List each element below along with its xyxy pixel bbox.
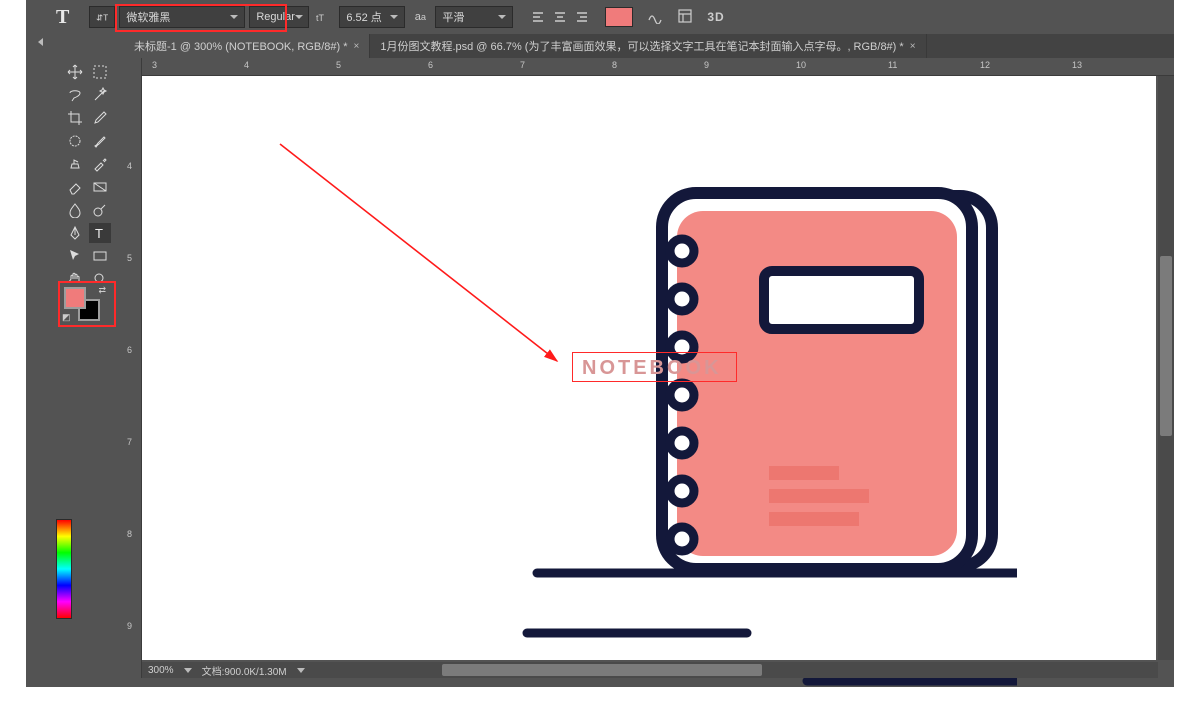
type-tool-indicator-icon: T <box>56 6 69 29</box>
ruler-tick: 13 <box>1072 60 1082 70</box>
rectangle-tool[interactable] <box>89 246 111 266</box>
spot-heal-tool[interactable] <box>64 131 86 151</box>
ruler-tick: 4 <box>244 60 249 70</box>
font-size-icon: tT <box>313 10 335 24</box>
font-family-value: 微软雅黑 <box>126 9 170 25</box>
marquee-tool[interactable] <box>89 62 111 82</box>
font-weight-value: Regular <box>256 11 295 23</box>
svg-text:tT: tT <box>316 13 325 23</box>
document-tab-2[interactable]: 1月份图文教程.psd @ 66.7% (为了丰富画面效果，可以选择文字工具在笔… <box>370 34 926 58</box>
font-weight-dropdown[interactable]: Regular <box>249 6 309 28</box>
move-tool[interactable] <box>64 62 86 82</box>
ruler-tick: 10 <box>796 60 806 70</box>
ruler-tick: 8 <box>612 60 617 70</box>
default-colors-icon[interactable]: ◩ <box>62 312 71 323</box>
align-right-button[interactable] <box>571 6 593 28</box>
tab-label: 未标题-1 @ 300% (NOTEBOOK, RGB/8#) * <box>134 38 348 54</box>
magic-wand-tool[interactable] <box>89 85 111 105</box>
vertical-scrollbar[interactable] <box>1158 76 1174 660</box>
ruler-tick: 12 <box>980 60 990 70</box>
svg-text:T: T <box>95 226 103 241</box>
eyedropper-tool[interactable] <box>89 108 111 128</box>
chevron-down-icon <box>390 15 398 19</box>
ruler-tick: 3 <box>152 60 157 70</box>
collapse-panels-icon[interactable] <box>31 36 49 48</box>
chevron-down-icon <box>230 15 238 19</box>
ruler-vertical[interactable]: 4 5 6 7 8 9 <box>124 58 142 678</box>
ruler-tick: 11 <box>888 60 897 70</box>
status-zoom[interactable]: 300% <box>148 665 174 676</box>
ruler-tick: 4 <box>127 161 132 171</box>
ruler-tick: 7 <box>127 437 132 447</box>
left-collapse-strip <box>26 34 56 687</box>
brush-tool[interactable] <box>89 131 111 151</box>
notebook-title-text[interactable]: NOTEBOOK <box>582 357 722 380</box>
antialias-dropdown[interactable]: 平滑 <box>435 6 513 28</box>
status-doc-size: 文档:900.0K/1.30M <box>202 663 287 678</box>
align-center-button[interactable] <box>549 6 571 28</box>
dodge-tool[interactable] <box>89 200 111 220</box>
options-bar: T ⇵T 微软雅黑 Regular tT 6.52 点 aa 平滑 <box>26 0 1174 34</box>
chevron-down-icon <box>295 15 303 19</box>
font-size-dropdown[interactable]: 6.52 点 <box>339 6 405 28</box>
svg-text:⇵T: ⇵T <box>96 12 108 22</box>
align-left-button[interactable] <box>527 6 549 28</box>
status-bar: 300% 文档:900.0K/1.30M <box>142 662 442 678</box>
clone-stamp-tool[interactable] <box>64 154 86 174</box>
ruler-tick: 8 <box>127 529 132 539</box>
chevron-down-icon[interactable] <box>297 668 305 673</box>
close-icon[interactable]: × <box>354 41 360 52</box>
ruler-tick: 5 <box>336 60 341 70</box>
history-brush-tool[interactable] <box>89 154 111 174</box>
character-panel-icon[interactable] <box>677 8 693 27</box>
three-d-button[interactable]: 3D <box>707 10 724 24</box>
tab-label: 1月份图文教程.psd @ 66.7% (为了丰富画面效果，可以选择文字工具在笔… <box>380 38 903 54</box>
document-tab-bar: 未标题-1 @ 300% (NOTEBOOK, RGB/8#) * × 1月份图… <box>124 34 1174 58</box>
font-size-value: 6.52 点 <box>346 9 381 25</box>
text-orientation-dropdown[interactable]: ⇵T <box>89 6 115 28</box>
chevron-down-icon[interactable] <box>184 668 192 673</box>
eraser-tool[interactable] <box>64 177 86 197</box>
type-tool[interactable]: T <box>89 223 111 243</box>
document-tab-1[interactable]: 未标题-1 @ 300% (NOTEBOOK, RGB/8#) * × <box>124 34 370 58</box>
lasso-tool[interactable] <box>64 85 86 105</box>
work-area: 3 4 5 6 7 8 9 10 11 12 13 4 5 6 7 8 9 <box>124 58 1174 678</box>
path-select-tool[interactable] <box>64 246 86 266</box>
ruler-horizontal[interactable]: 3 4 5 6 7 8 9 10 11 12 13 <box>124 58 1174 76</box>
notebook-illustration <box>337 121 1017 701</box>
font-family-dropdown[interactable]: 微软雅黑 <box>119 6 245 28</box>
ruler-tick: 6 <box>127 345 132 355</box>
crop-tool[interactable] <box>64 108 86 128</box>
foreground-color-swatch[interactable] <box>64 287 86 309</box>
swap-colors-icon[interactable]: ⇄ <box>98 285 106 296</box>
blur-tool[interactable] <box>64 200 86 220</box>
tools-panel: T <box>60 58 114 293</box>
text-color-swatch[interactable] <box>605 7 633 27</box>
ruler-tick: 5 <box>127 253 132 263</box>
text-align-group <box>527 6 593 28</box>
close-icon[interactable]: × <box>910 41 916 52</box>
antialias-value: 平滑 <box>442 9 464 25</box>
ruler-tick: 7 <box>520 60 525 70</box>
antialias-icon: aa <box>409 11 431 23</box>
canvas[interactable]: NOTEBOOK <box>142 76 1156 660</box>
color-hue-strip[interactable] <box>56 519 72 619</box>
chevron-down-icon <box>498 15 506 19</box>
ruler-tick: 9 <box>127 621 132 631</box>
pen-tool[interactable] <box>64 223 86 243</box>
color-swatches-area: ⇄ ◩ <box>60 283 114 325</box>
ruler-tick: 6 <box>428 60 433 70</box>
scrollbar-thumb[interactable] <box>442 664 762 676</box>
gradient-tool[interactable] <box>89 177 111 197</box>
ruler-tick: 9 <box>704 60 709 70</box>
warp-text-icon[interactable] <box>647 8 663 27</box>
fg-bg-swatches[interactable]: ⇄ ◩ <box>64 287 104 321</box>
scrollbar-thumb[interactable] <box>1160 256 1172 436</box>
